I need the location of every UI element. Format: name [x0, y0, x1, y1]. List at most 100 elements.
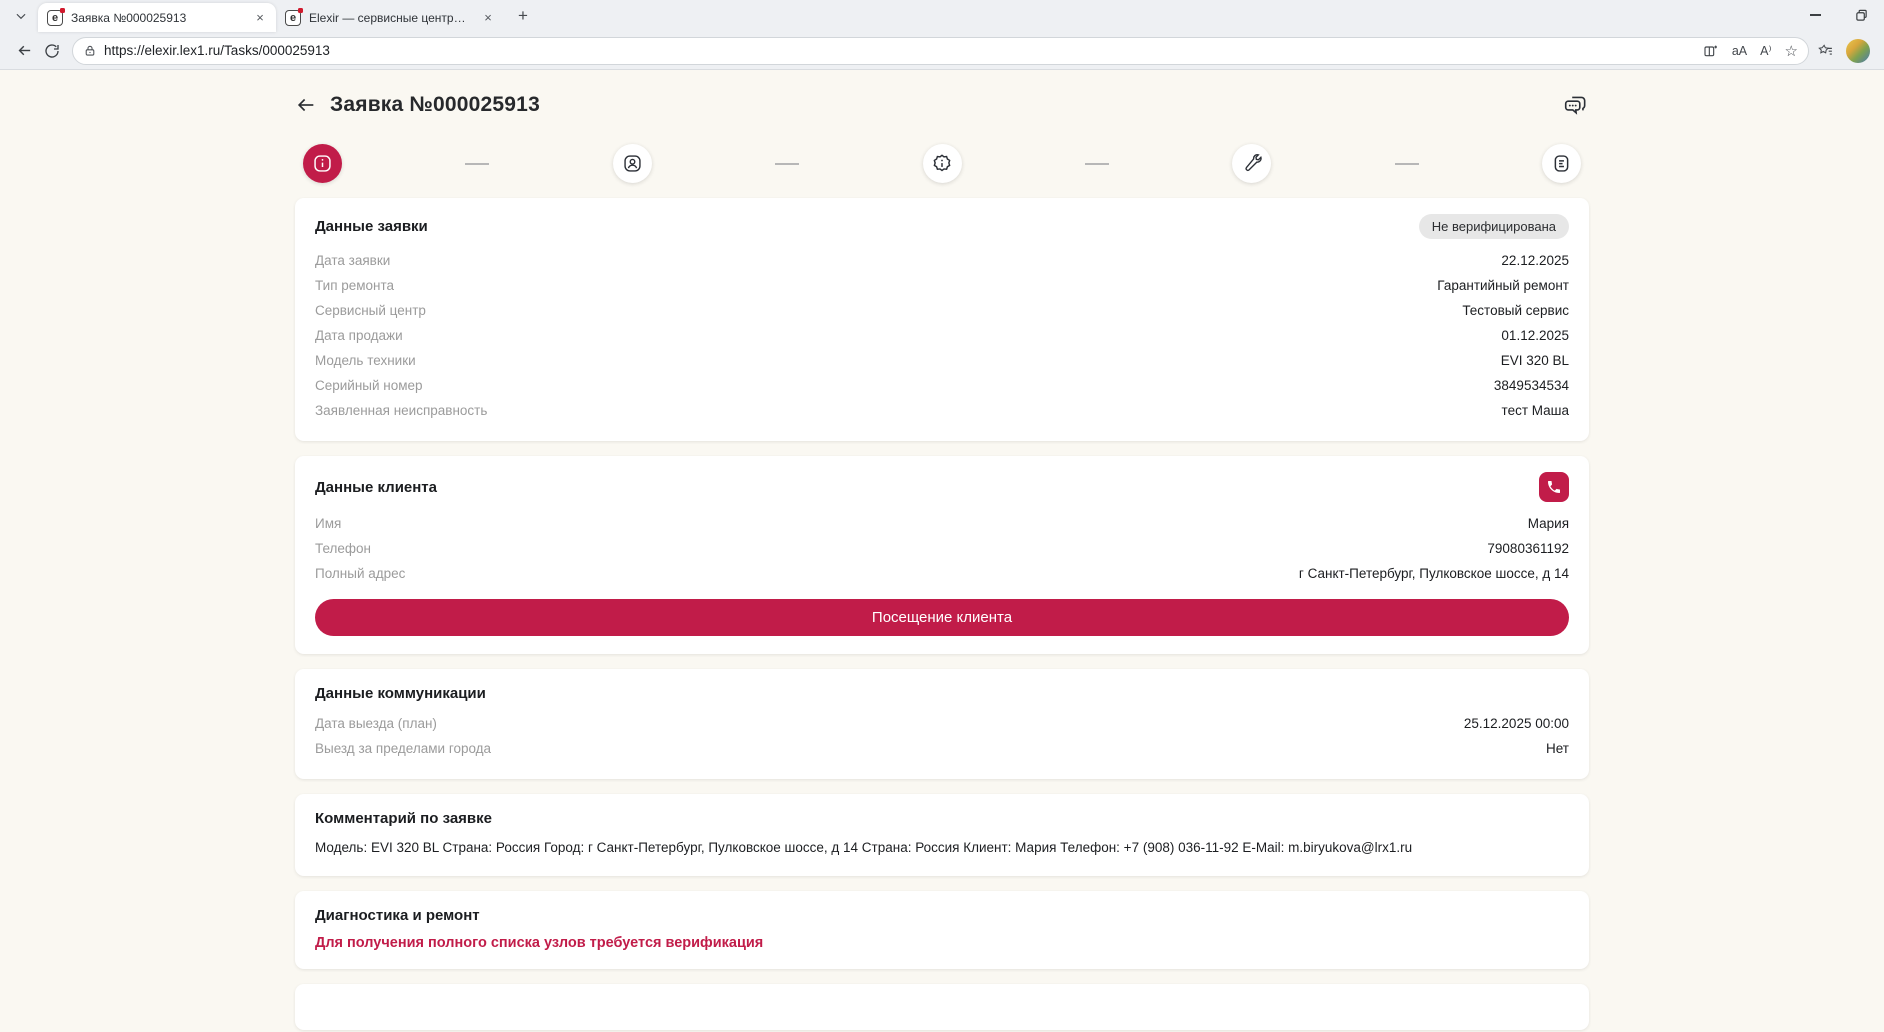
field-row: Модель техникиEVI 320 BL: [315, 348, 1569, 373]
info-icon: [312, 153, 333, 174]
call-client-button[interactable]: [1539, 472, 1569, 502]
read-aloud-icon[interactable]: A⁾: [1760, 43, 1771, 58]
field-label: Дата заявки: [315, 248, 390, 273]
lock-icon: [83, 44, 97, 58]
back-arrow-icon: [16, 42, 33, 59]
favorites-hub-icon[interactable]: [1817, 42, 1834, 59]
field-row: Дата выезда (план) 25.12.2025 00:00: [315, 711, 1569, 736]
tab-search-button[interactable]: [8, 3, 34, 29]
step-report[interactable]: [1542, 144, 1581, 183]
field-row: Дата продажи 01.12.2025: [315, 323, 1569, 348]
field-value: г Санкт-Петербург, Пулковское шоссе, д 1…: [1299, 561, 1569, 586]
step-info[interactable]: [303, 144, 342, 183]
page-header: Заявка №000025913: [295, 92, 1589, 118]
step-repair[interactable]: [1232, 144, 1271, 183]
back-button[interactable]: [10, 37, 38, 65]
field-label: Полный адрес: [315, 561, 405, 586]
restore-icon: [1855, 9, 1868, 22]
field-row: Телефон 79080361192: [315, 536, 1569, 561]
field-value: Гарантийный ремонт: [1437, 273, 1569, 298]
field-value: Мария: [1528, 511, 1569, 536]
client-visit-button[interactable]: Посещение клиента: [315, 599, 1569, 636]
field-label: Серийный номер: [315, 373, 423, 398]
field-label: Тип ремонта: [315, 273, 394, 298]
chat-bubbles-icon: [1563, 92, 1589, 118]
field-value: 79080361192: [1487, 536, 1569, 561]
browser-toolbar: https://elexir.lex1.ru/Tasks/000025913 a…: [0, 32, 1884, 70]
split-screen-icon[interactable]: [1703, 43, 1719, 59]
page-back-button[interactable]: [295, 94, 317, 116]
field-label: Имя: [315, 511, 341, 536]
elexir-favicon-icon: e: [285, 10, 301, 26]
wrench-icon: [1241, 153, 1262, 174]
client-data-card: Данные клиента ИмяМария Телефон790803611…: [295, 456, 1589, 654]
new-tab-button[interactable]: +: [510, 3, 536, 29]
minimize-icon: [1810, 14, 1821, 16]
request-data-card: Данные заявки Не верифицирована Дата зая…: [295, 198, 1589, 441]
restore-button[interactable]: [1838, 0, 1884, 30]
step-connector: [1085, 163, 1109, 165]
field-label: Дата продажи: [315, 323, 403, 348]
card-title: Данные коммуникации: [315, 685, 486, 702]
refresh-icon: [44, 43, 60, 59]
window-controls: [1792, 0, 1884, 32]
profile-avatar[interactable]: [1846, 39, 1870, 63]
communication-data-card: Данные коммуникации Дата выезда (план) 25…: [295, 669, 1589, 779]
field-row: Заявленная неисправностьтест Маша: [315, 398, 1569, 423]
field-value: тест Маша: [1502, 398, 1569, 423]
seal-info-icon: [931, 153, 953, 175]
field-label: Телефон: [315, 536, 371, 561]
step-connector: [465, 163, 489, 165]
translate-icon[interactable]: aА: [1732, 44, 1747, 58]
step-connector: [1395, 163, 1419, 165]
chat-button[interactable]: [1563, 92, 1589, 118]
comment-text: Модель: EVI 320 BL Страна: Россия Город:…: [315, 838, 1569, 858]
toolbar-right: [1817, 39, 1870, 63]
elexir-favicon-icon: e: [47, 10, 63, 26]
field-value: 25.12.2025 00:00: [1464, 711, 1569, 736]
field-row: Имя Мария: [315, 511, 1569, 536]
tab-close-icon[interactable]: ×: [480, 10, 496, 26]
step-client[interactable]: [613, 144, 652, 183]
browser-tab-strip: e Заявка №000025913 × e Elexir — сервисн…: [0, 0, 1884, 32]
card-title: Комментарий по заявке: [315, 810, 492, 827]
minimize-button[interactable]: [1792, 0, 1838, 30]
field-row: Выезд за пределами города Нет: [315, 736, 1569, 761]
browser-tab-inactive[interactable]: e Elexir — сервисные центры LEX ×: [276, 3, 504, 32]
field-row: Полный адрес г Санкт-Петербург, Пулковско…: [315, 561, 1569, 586]
address-bar[interactable]: https://elexir.lex1.ru/Tasks/000025913 a…: [72, 37, 1809, 65]
address-bar-icons: aА A⁾ ☆: [1703, 42, 1798, 60]
id-badge-person-icon: [622, 153, 643, 174]
field-label: Дата выезда (план): [315, 711, 437, 736]
receipt-lines-icon: [1551, 153, 1572, 174]
step-connector: [775, 163, 799, 165]
add-favorite-star-icon[interactable]: ☆: [1785, 42, 1798, 60]
tab-close-icon[interactable]: ×: [252, 10, 268, 26]
field-row: Тип ремонта Гарантийный ремонт: [315, 273, 1569, 298]
field-value: Тестовый сервис: [1462, 298, 1569, 323]
tab-title: Elexir — сервисные центры LEX: [309, 11, 474, 25]
page-body: Заявка №000025913: [0, 70, 1884, 1032]
field-value: EVI 320 BL: [1501, 348, 1569, 373]
page-title: Заявка №000025913: [330, 93, 540, 117]
refresh-button[interactable]: [38, 37, 66, 65]
browser-tab-active[interactable]: e Заявка №000025913 ×: [38, 3, 276, 32]
field-row: Дата заявки 22.12.2025: [315, 248, 1569, 273]
field-value: 01.12.2025: [1501, 323, 1569, 348]
field-row: Сервисный центрТестовый сервис: [315, 298, 1569, 323]
step-verification[interactable]: [923, 144, 962, 183]
tab-title: Заявка №000025913: [71, 11, 246, 25]
comment-card: Комментарий по заявке Модель: EVI 320 BL…: [295, 794, 1589, 876]
chevron-down-icon: [14, 9, 28, 23]
field-row: Серийный номер 3849534534: [315, 373, 1569, 398]
card-title: Диагностика и ремонт: [315, 907, 480, 924]
field-value: Нет: [1546, 736, 1569, 761]
field-value: 3849534534: [1494, 373, 1569, 398]
verification-status-badge: Не верифицирована: [1419, 214, 1569, 239]
url-text[interactable]: https://elexir.lex1.ru/Tasks/000025913: [104, 43, 1703, 58]
field-value: 22.12.2025: [1501, 248, 1569, 273]
field-label: Выезд за пределами города: [315, 736, 491, 761]
verification-warning-text: Для получения полного списка узлов требу…: [315, 935, 1569, 951]
diagnostics-card: Диагностика и ремонт Для получения полно…: [295, 891, 1589, 969]
next-card-partial: [295, 984, 1589, 1030]
